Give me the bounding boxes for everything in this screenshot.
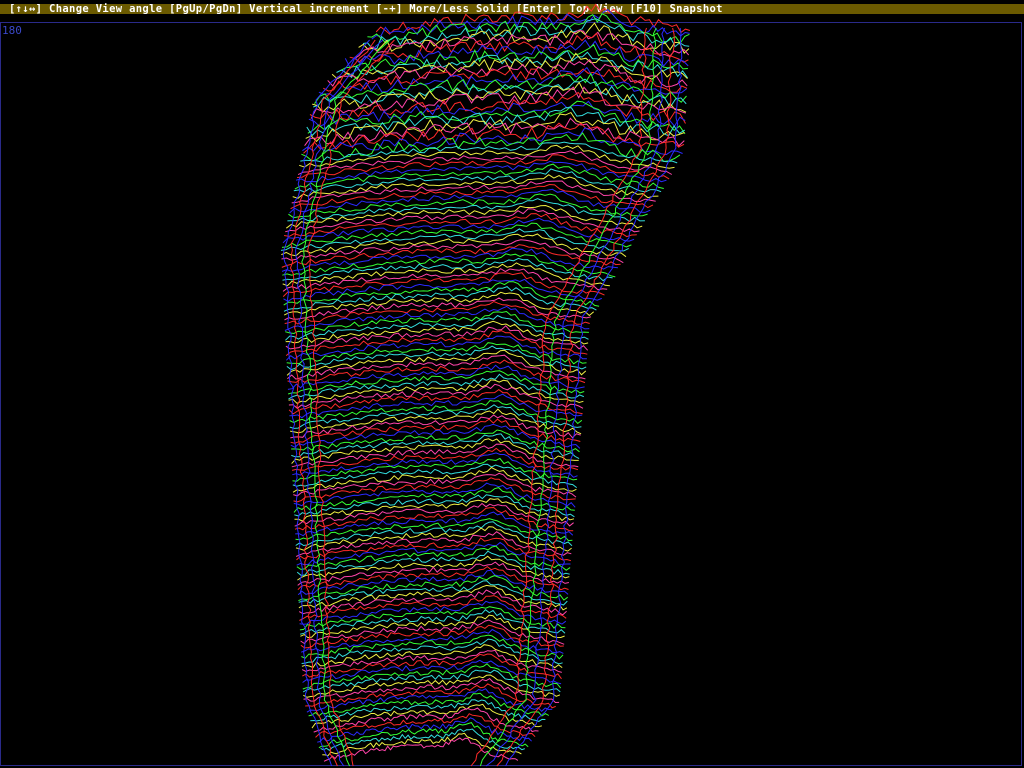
surface-trace-line [311,703,543,729]
surface-trace-line [362,18,690,50]
waterfall-surface-plot[interactable] [0,0,1024,768]
surface-outline-line [496,27,675,767]
surface-trace-line [286,342,587,365]
surface-trace-line [297,565,569,591]
surface-trace-line [301,638,563,665]
surface-trace-line [284,305,590,331]
surface-trace-line [306,688,553,713]
surface-trace-line [313,78,687,109]
surface-trace-line [294,506,574,532]
surface-trace-line [296,541,571,566]
surface-trace-line [294,502,574,527]
surface-viewer-screen: [↑↓↔] Change View angle [PgUp/PgDn] Vert… [0,0,1024,768]
surface-trace-line [294,163,664,190]
